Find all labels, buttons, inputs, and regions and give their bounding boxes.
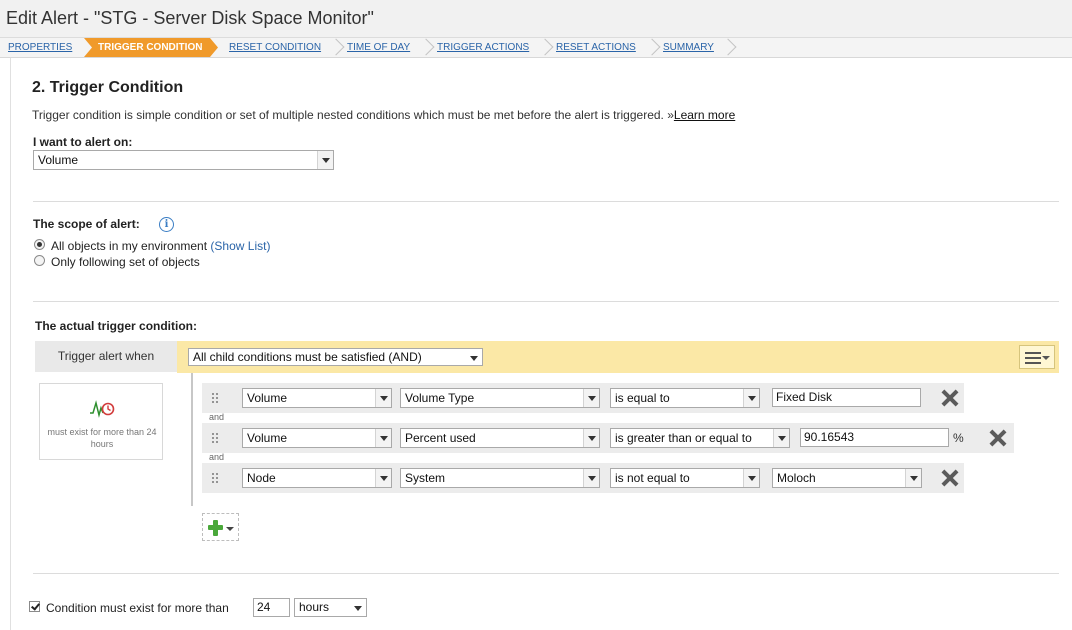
chevron-down-icon <box>583 429 599 447</box>
drag-handle-icon[interactable] <box>211 472 219 484</box>
condition-operator-select[interactable]: is not equal to <box>610 468 760 488</box>
show-list-link[interactable]: (Show List) <box>210 239 270 253</box>
step-separator-icon <box>422 38 432 57</box>
divider <box>33 573 1059 574</box>
condition-value-input[interactable]: 90.16543 <box>800 428 949 447</box>
condition-value-select[interactable]: Moloch <box>772 468 922 488</box>
section-title: 2. Trigger Condition <box>32 79 184 96</box>
trigger-condition-label: The actual trigger condition: <box>35 319 198 333</box>
condition-field-select[interactable]: Volume Type <box>400 388 600 408</box>
scope-following-option: Only following set of objects <box>51 255 200 269</box>
condition-group-bar: All child conditions must be satisfied (… <box>177 341 1059 373</box>
chevron-down-icon <box>375 429 391 447</box>
condition-operator-select[interactable]: is equal to <box>610 388 760 408</box>
unit-label: % <box>953 431 964 445</box>
page-title: Edit Alert - "STG - Server Disk Space Mo… <box>6 8 374 28</box>
alert-on-label: I want to alert on: <box>33 135 133 149</box>
duration-checkbox[interactable] <box>29 601 40 612</box>
condition-summary: must exist for more than 24 hours <box>39 383 163 460</box>
duration-value-input[interactable]: 24 <box>253 598 290 617</box>
condition-row: Volume Percent used is greater than or e… <box>202 423 1014 453</box>
duration-unit-select[interactable]: hours <box>294 598 367 617</box>
chevron-down-icon <box>743 389 759 407</box>
chevron-down-icon <box>583 469 599 487</box>
drag-handle-icon[interactable] <box>211 432 219 444</box>
condition-value-input[interactable]: Fixed Disk <box>772 388 921 407</box>
condition-field-select[interactable]: Percent used <box>400 428 600 448</box>
tree-connector <box>191 373 193 506</box>
scope-all-radio[interactable] <box>34 239 45 250</box>
condition-row: Volume Volume Type is equal to Fixed Dis… <box>202 383 964 413</box>
step-reset-actions[interactable]: RESET ACTIONS <box>556 38 636 57</box>
trigger-condition-panel: 2. Trigger Condition Trigger condition i… <box>10 58 1072 630</box>
condition-object-select[interactable]: Node <box>242 468 392 488</box>
group-logic-select[interactable]: All child conditions must be satisfied (… <box>188 348 483 366</box>
chevron-down-icon <box>466 349 482 365</box>
condition-row: Node System is not equal to Moloch <box>202 463 964 493</box>
timer-alert-icon <box>90 400 115 418</box>
chevron-down-icon <box>583 389 599 407</box>
chevron-down-icon <box>350 599 366 616</box>
menu-icon <box>1025 352 1041 364</box>
caret-down-icon <box>1042 356 1050 360</box>
group-menu-button[interactable] <box>1019 345 1055 369</box>
chevron-down-icon <box>905 469 921 487</box>
chevron-down-icon <box>317 151 333 169</box>
add-condition-button[interactable] <box>202 513 239 541</box>
step-trigger-condition[interactable]: TRIGGER CONDITION <box>84 38 218 57</box>
duration-label: Condition must exist for more than <box>46 601 229 615</box>
delete-condition-icon[interactable] <box>941 389 959 407</box>
wizard-steps: PROPERTIES TRIGGER CONDITION RESET CONDI… <box>0 38 1072 58</box>
step-summary[interactable]: SUMMARY <box>663 38 714 57</box>
caret-down-icon <box>226 527 234 531</box>
alert-on-select[interactable]: Volume <box>33 150 334 170</box>
step-time-of-day[interactable]: TIME OF DAY <box>347 38 410 57</box>
step-separator-icon <box>724 38 734 57</box>
condition-object-select[interactable]: Volume <box>242 428 392 448</box>
step-trigger-actions[interactable]: TRIGGER ACTIONS <box>437 38 529 57</box>
delete-condition-icon[interactable] <box>941 469 959 487</box>
chevron-down-icon <box>375 389 391 407</box>
condition-operator-select[interactable]: is greater than or equal to <box>610 428 790 448</box>
and-joiner: and <box>209 412 225 422</box>
step-properties[interactable]: PROPERTIES <box>8 38 72 57</box>
scope-label: The scope of alert: <box>33 217 140 231</box>
chevron-down-icon <box>375 469 391 487</box>
trigger-when-label: Trigger alert when <box>35 341 177 372</box>
divider <box>33 301 1059 302</box>
info-icon[interactable]: i <box>159 217 174 232</box>
summary-text: must exist for more than 24 hours <box>47 427 157 449</box>
chevron-down-icon <box>773 429 789 447</box>
condition-object-select[interactable]: Volume <box>242 388 392 408</box>
condition-field-select[interactable]: System <box>400 468 600 488</box>
drag-handle-icon[interactable] <box>211 392 219 404</box>
chevron-down-icon <box>743 469 759 487</box>
scope-all-option: All objects in my environment (Show List… <box>51 239 271 253</box>
step-separator-icon <box>332 38 342 57</box>
section-description: Trigger condition is simple condition or… <box>32 108 736 122</box>
and-joiner: and <box>209 452 225 462</box>
divider <box>33 201 1059 202</box>
learn-more-link[interactable]: Learn more <box>674 108 735 122</box>
step-separator-icon <box>648 38 658 57</box>
delete-condition-icon[interactable] <box>989 429 1007 447</box>
page-header: Edit Alert - "STG - Server Disk Space Mo… <box>0 0 1072 38</box>
step-separator-icon <box>541 38 551 57</box>
scope-following-radio[interactable] <box>34 255 45 266</box>
step-reset-condition[interactable]: RESET CONDITION <box>229 38 321 57</box>
